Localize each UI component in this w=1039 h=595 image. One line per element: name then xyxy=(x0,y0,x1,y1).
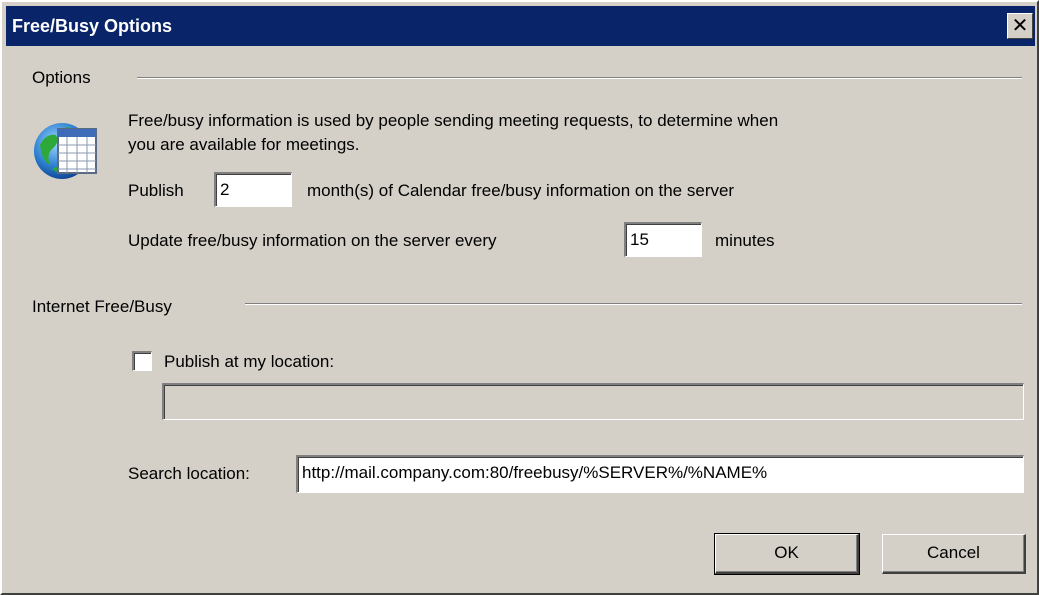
close-icon: ✕ xyxy=(1011,13,1029,37)
calendar-globe-icon xyxy=(34,123,97,179)
search-location-label: Search location: xyxy=(128,464,250,483)
options-group-divider xyxy=(137,77,1022,79)
update-interval-input[interactable]: 15 xyxy=(624,222,702,257)
cancel-button[interactable]: Cancel xyxy=(882,534,1026,574)
close-button[interactable]: ✕ xyxy=(1007,13,1033,39)
options-group-label: Options xyxy=(32,68,91,87)
internet-group-label: Internet Free/Busy xyxy=(32,297,172,316)
publish-location-checkbox[interactable] xyxy=(132,351,152,371)
free-busy-options-dialog: Free/Busy Options ✕ Options Free/busy in… xyxy=(0,0,1039,595)
update-interval-label: Update free/busy information on the serv… xyxy=(128,231,497,250)
window-title: Free/Busy Options xyxy=(12,16,173,36)
update-interval-suffix: minutes xyxy=(715,231,775,250)
ok-button[interactable]: OK xyxy=(714,533,860,575)
description-line-1: Free/busy information is used by people … xyxy=(128,111,779,130)
publish-months-suffix: month(s) of Calendar free/busy informati… xyxy=(307,181,735,200)
internet-group-divider xyxy=(245,303,1022,305)
search-location-input[interactable]: http://mail.company.com:80/freebusy/%SER… xyxy=(296,455,1024,493)
publish-months-input[interactable]: 2 xyxy=(214,172,292,207)
publish-location-input[interactable] xyxy=(162,383,1024,420)
title-bar: Free/Busy Options ✕ xyxy=(6,6,1035,46)
publish-location-label: Publish at my location: xyxy=(164,352,335,371)
publish-label: Publish xyxy=(128,181,184,200)
description-line-2: you are available for meetings. xyxy=(128,135,360,154)
